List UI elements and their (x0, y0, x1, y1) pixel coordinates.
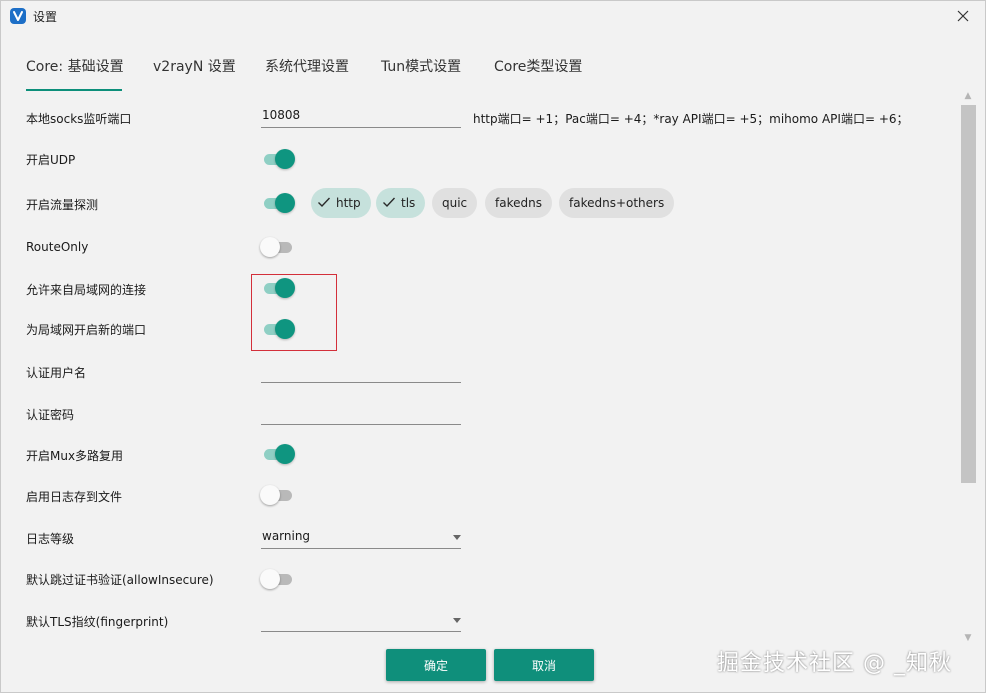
mux-toggle[interactable] (264, 444, 295, 464)
chip-label: quic (442, 196, 468, 210)
window-title: 设置 (33, 10, 58, 24)
sniffing-toggle[interactable] (264, 193, 295, 213)
toggle-thumb (275, 193, 295, 213)
sniffing-label: 开启流量探测 (26, 198, 99, 212)
title-bar: 设置 (1, 1, 985, 31)
active-tab-indicator (26, 89, 122, 91)
check-icon (382, 196, 396, 211)
chip-label: tls (401, 196, 416, 210)
chip-fakedns[interactable]: fakedns (485, 188, 552, 218)
log-level-label: 日志等级 (26, 532, 75, 546)
log-level-select[interactable]: warning (261, 527, 461, 549)
dropdown-arrow-icon (453, 535, 461, 540)
scroll-down-arrow-icon[interactable]: ▼ (962, 632, 974, 644)
route-only-label: RouteOnly (26, 240, 89, 254)
toggle-thumb (275, 319, 295, 339)
allow-insecure-label: 默认跳过证书验证(allowInsecure) (26, 573, 214, 587)
ok-button[interactable]: 确定 (386, 649, 486, 681)
toggle-thumb (260, 485, 280, 505)
auth-pass-input[interactable] (261, 403, 461, 425)
close-icon (957, 10, 969, 22)
toggle-thumb (275, 278, 295, 298)
toggle-thumb (260, 237, 280, 257)
close-button[interactable] (941, 1, 985, 31)
log-to-file-toggle[interactable] (260, 485, 294, 505)
chip-http[interactable]: http (311, 188, 371, 218)
tab-label: Tun模式设置 (381, 59, 462, 75)
vertical-scrollbar[interactable]: ▲ ▼ (959, 89, 977, 645)
auth-pass-label: 认证密码 (26, 408, 75, 422)
dropdown-arrow-icon (453, 618, 461, 623)
port-hint-text: http端口= +1；Pac端口= +4；*ray API端口= +5；miho… (473, 112, 909, 126)
allow-lan-label: 允许来自局域网的连接 (26, 283, 147, 297)
chip-label: fakedns+others (569, 196, 665, 210)
tab-label: Core: 基础设置 (26, 59, 124, 75)
socks-port-label: 本地socks监听端口 (26, 112, 132, 126)
cancel-button[interactable]: 取消 (494, 649, 594, 681)
new-lan-port-toggle[interactable] (264, 319, 295, 339)
udp-label: 开启UDP (26, 153, 76, 167)
tab-core-basic[interactable]: Core: 基础设置 (26, 51, 124, 91)
settings-list: 本地socks监听端口 10808 http端口= +1；Pac端口= +4；*… (1, 97, 961, 642)
tab-label: v2rayN 设置 (153, 59, 236, 75)
log-level-value: warning (262, 529, 311, 543)
chip-tls[interactable]: tls (376, 188, 426, 218)
toggle-thumb (275, 149, 295, 169)
toggle-thumb (260, 569, 280, 589)
tab-label: 系统代理设置 (265, 59, 349, 75)
chip-label: fakedns (495, 196, 542, 210)
log-to-file-label: 启用日志存到文件 (26, 490, 123, 504)
socks-port-input[interactable]: 10808 (261, 106, 461, 128)
allow-lan-toggle[interactable] (264, 278, 295, 298)
mux-label: 开启Mux多路复用 (26, 449, 124, 463)
new-lan-port-label: 为局域网开启新的端口 (26, 323, 147, 337)
chip-fakedns-others[interactable]: fakedns+others (559, 188, 675, 218)
chip-quic[interactable]: quic (432, 188, 478, 218)
tab-label: Core类型设置 (494, 59, 583, 75)
fingerprint-label: 默认TLS指纹(fingerprint) (26, 615, 169, 629)
toggle-thumb (275, 444, 295, 464)
watermark-text: 掘金技术社区 @ _知秋 (717, 651, 952, 676)
check-icon (317, 196, 331, 211)
udp-toggle[interactable] (264, 149, 295, 169)
fingerprint-select[interactable] (261, 610, 461, 632)
settings-window: 设置 Core: 基础设置 v2rayN 设置 系统代理设置 Tun模式设置 C… (0, 0, 986, 693)
auth-user-input[interactable] (261, 361, 461, 383)
v2rayn-logo-icon (10, 8, 26, 24)
auth-user-label: 认证用户名 (26, 366, 87, 380)
scroll-up-arrow-icon[interactable]: ▲ (962, 90, 974, 102)
allow-insecure-toggle[interactable] (260, 569, 294, 589)
scroll-thumb[interactable] (961, 105, 976, 483)
chip-label: http (336, 196, 361, 210)
route-only-toggle[interactable] (260, 237, 294, 257)
